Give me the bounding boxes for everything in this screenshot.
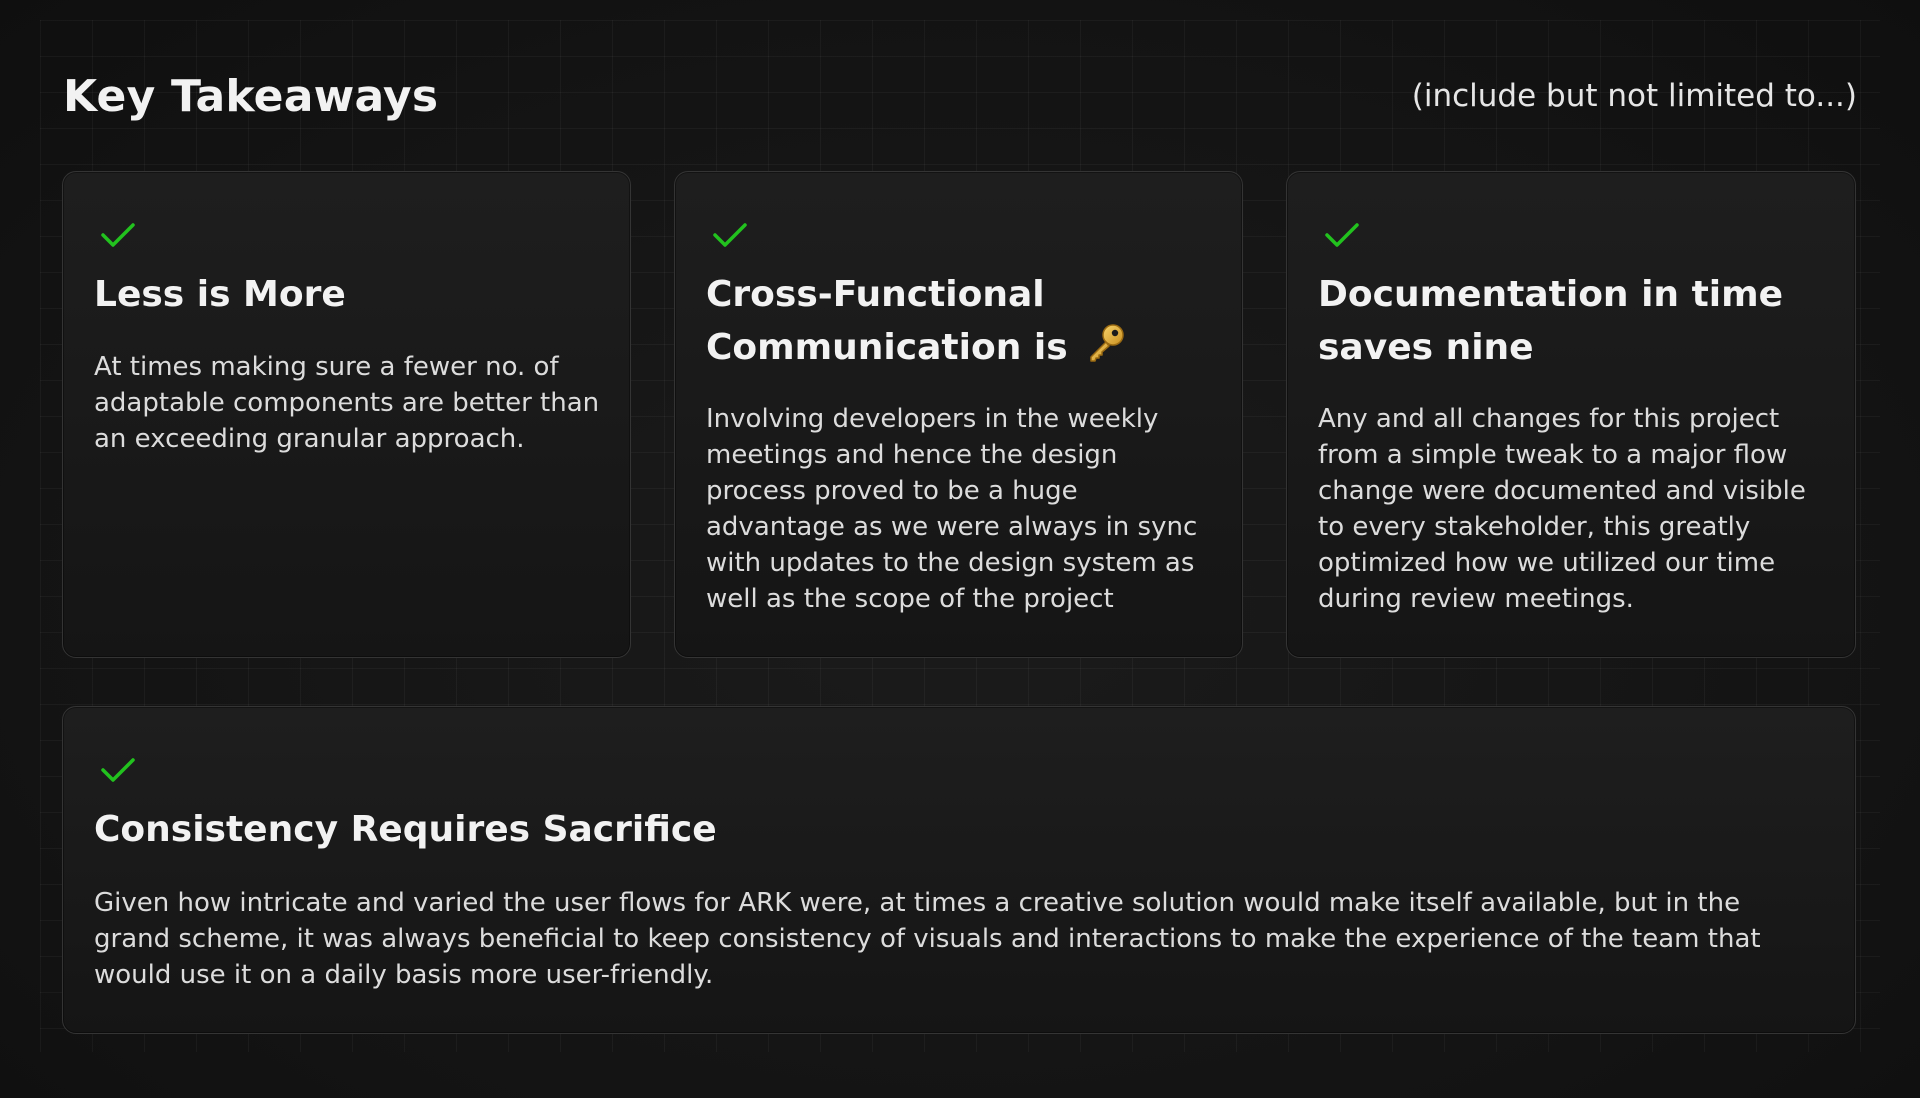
card-body: Given how intricate and varied the user …: [94, 888, 1761, 990]
check-icon: [101, 223, 135, 247]
header: Key Takeaways (include but not limited t…: [63, 66, 1857, 126]
takeaway-card-less-is-more: Less is More At times making sure a fewe…: [62, 171, 631, 658]
header-note: (include but not limited to...): [1411, 78, 1857, 114]
card-title: Consistency Requires Sacrifice: [94, 809, 717, 850]
card-title: Documentation in time saves nine: [1318, 274, 1784, 368]
card-body: At times making sure a fewer no. of adap…: [94, 352, 600, 454]
page: Key Takeaways (include but not limited t…: [0, 0, 1920, 1098]
page-title: Key Takeaways: [63, 70, 439, 122]
card-body: Involving developers in the weekly meeti…: [706, 404, 1198, 614]
card-title: Less is More: [94, 274, 346, 315]
card-title-text: Cross-Functional Communication is: [706, 274, 1068, 368]
card-title: Cross-Functional Communication is: [706, 268, 1222, 374]
card-body: Any and all changes for this project fro…: [1318, 404, 1806, 614]
check-icon: [101, 758, 135, 782]
takeaway-card-cross-functional: Cross-Functional Communication is Involv…: [674, 171, 1243, 658]
check-icon: [713, 223, 747, 247]
takeaway-card-consistency: Consistency Requires Sacrifice Given how…: [62, 706, 1856, 1034]
key-icon: [1090, 324, 1124, 362]
check-icon: [1325, 223, 1359, 247]
takeaway-card-documentation: Documentation in time saves nine Any and…: [1286, 171, 1856, 658]
